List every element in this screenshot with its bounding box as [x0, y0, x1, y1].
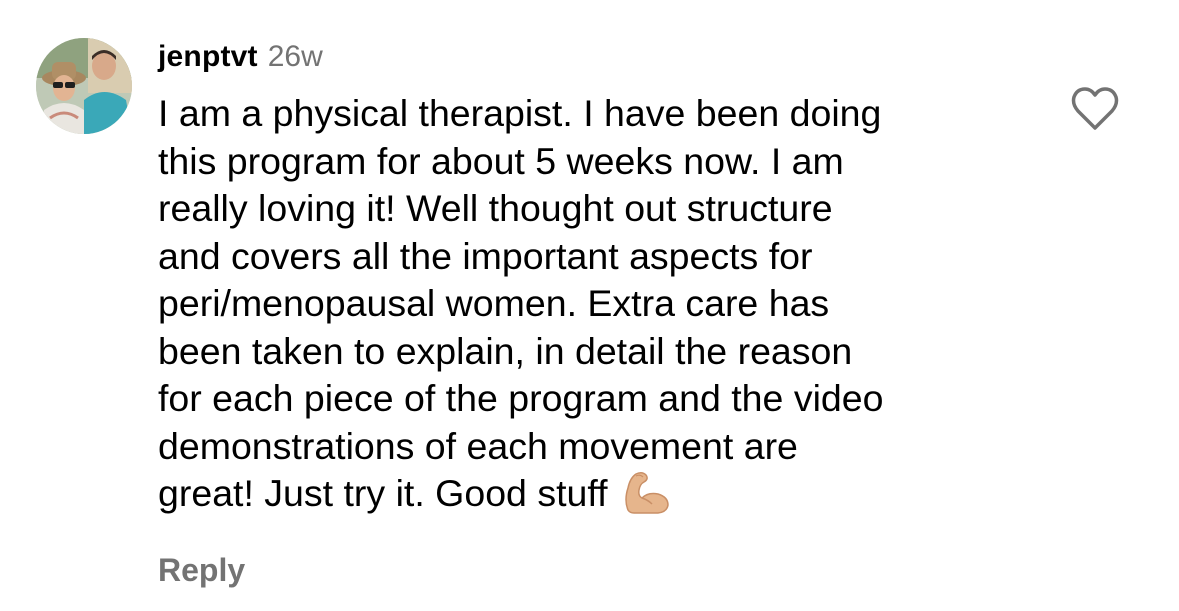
timestamp: 26w: [267, 40, 323, 73]
comment-meta: jenptvt 26w: [158, 40, 1038, 80]
avatar[interactable]: [36, 38, 132, 134]
avatar-photo: [36, 38, 132, 134]
reply-button[interactable]: Reply: [158, 552, 245, 589]
comment: jenptvt 26w I am a physical therapist. I…: [0, 0, 1179, 611]
like-button[interactable]: [1070, 86, 1120, 132]
flexed-biceps-icon: [624, 471, 669, 514]
comment-content: jenptvt 26w I am a physical therapist. I…: [158, 40, 1038, 518]
heart-outline-icon: [1071, 87, 1119, 130]
flexed-biceps-emoji: [622, 470, 672, 514]
username[interactable]: jenptvt: [158, 40, 258, 74]
comment-text-body: I am a physical therapist. I have been d…: [158, 92, 884, 514]
comment-text: I am a physical therapist. I have been d…: [158, 90, 1038, 518]
